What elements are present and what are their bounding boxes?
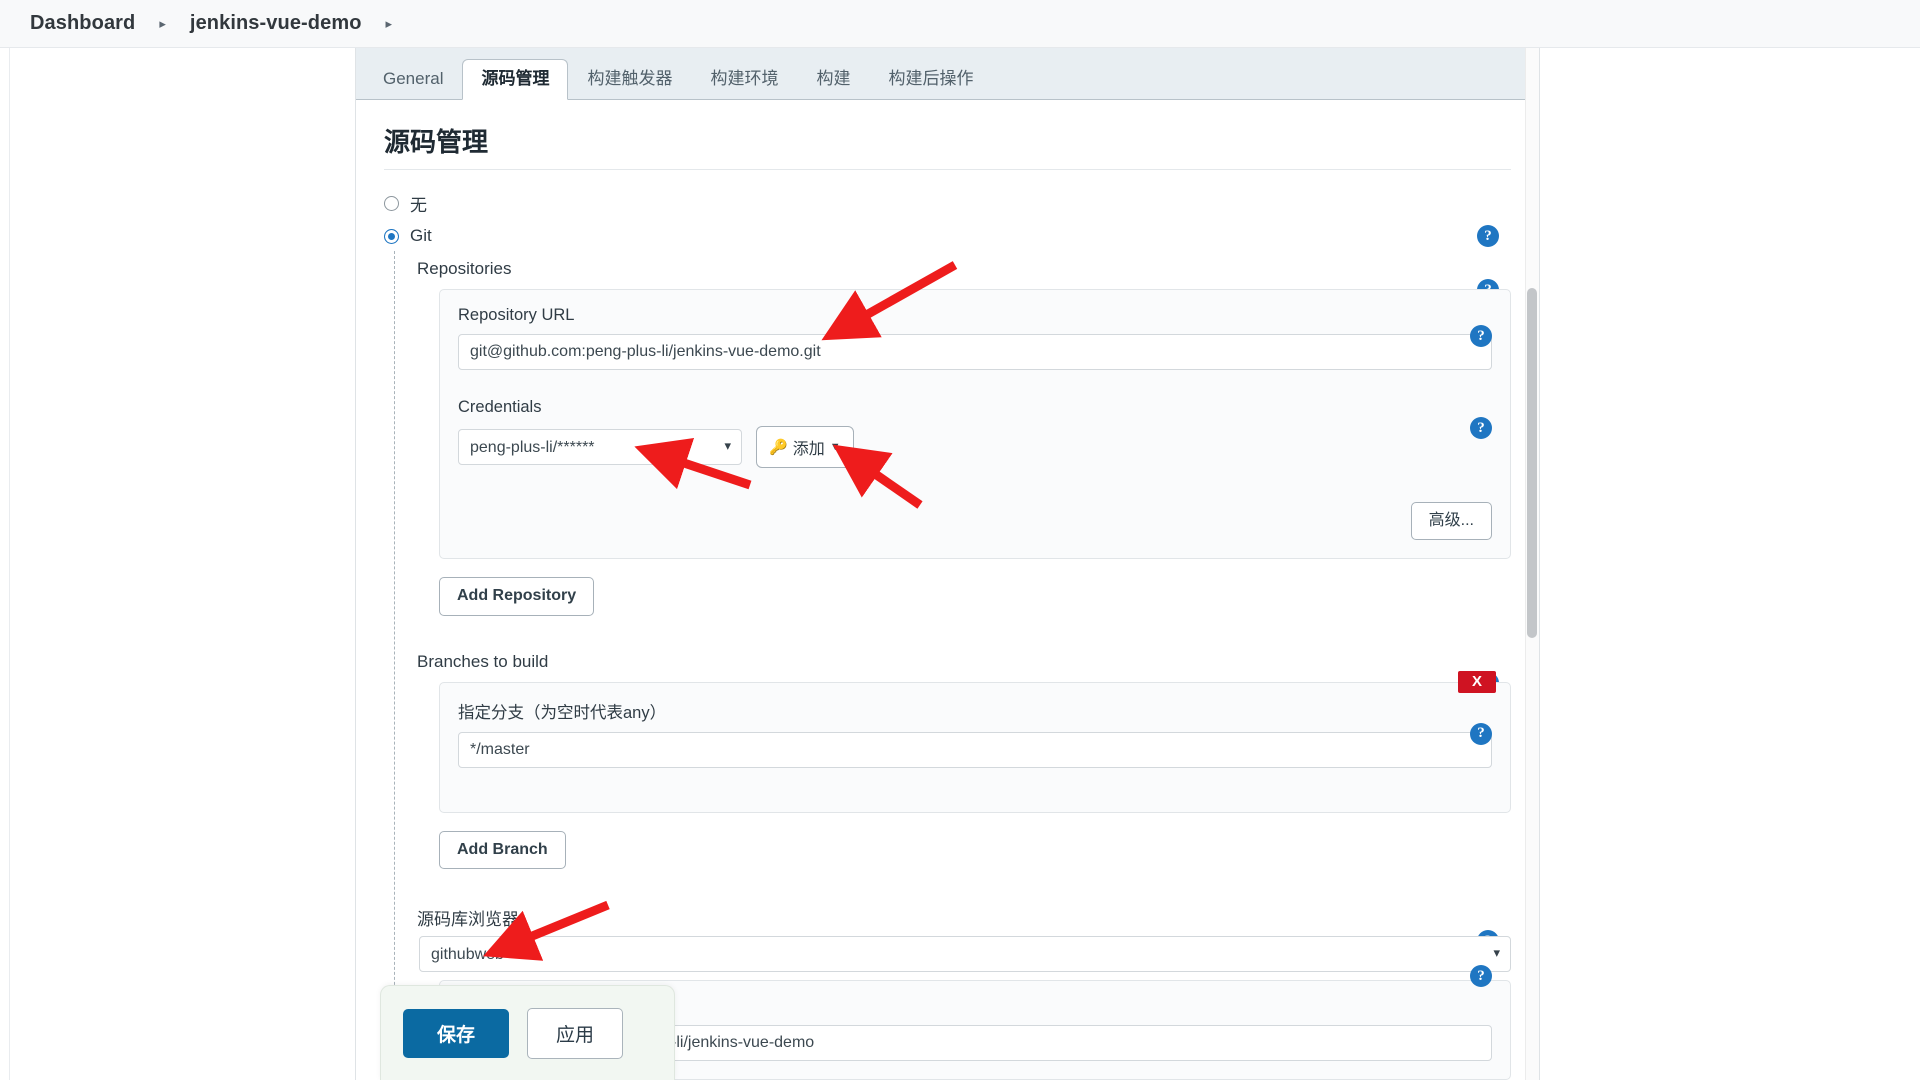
repository-url-label-row: Repository URL ?	[458, 306, 1492, 347]
tab-build-triggers[interactable]: 构建触发器	[568, 59, 691, 100]
repository-url-input[interactable]	[458, 334, 1492, 370]
config-panel: General 源码管理 构建触发器 构建环境 构建 构建后操作 源码管理 无	[355, 48, 1540, 1080]
advanced-button[interactable]: 高级...	[1410, 502, 1492, 541]
scm-section: 源码管理 无 Git ? Repositories ?	[356, 100, 1539, 1080]
breadcrumb-item-job[interactable]: jenkins-vue-demo	[184, 10, 368, 37]
help-icon-branch-spec[interactable]: ?	[1470, 722, 1492, 745]
branch-card: X 指定分支（为空时代表any） ?	[439, 670, 1511, 813]
repository-browser-select[interactable]: githubweb	[419, 936, 1511, 973]
add-credentials-label: 添加	[792, 441, 825, 458]
repositories-label: Repositories	[417, 259, 512, 278]
chevron-down-icon-add-credentials: ▼	[829, 441, 841, 453]
credentials-select-wrap: peng-plus-li/****** ▾	[458, 429, 742, 465]
scrollbar-track[interactable]	[1525, 48, 1539, 1080]
repository-browser-select-wrap: githubweb ▾	[419, 936, 1511, 973]
left-rail	[0, 48, 10, 1080]
page-title: 源码管理	[384, 127, 489, 157]
radio-git-icon[interactable]	[384, 228, 399, 244]
tab-build-environment[interactable]: 构建环境	[691, 59, 797, 100]
scm-option-git-label: Git	[410, 226, 432, 245]
tab-scm[interactable]: 源码管理	[462, 58, 569, 100]
repository-card: Repository URL ? Credentials ?	[439, 289, 1511, 560]
add-credentials-button[interactable]: 🔑 添加 ▼	[756, 426, 854, 468]
repository-browser-label-row: 源码库浏览器 ?	[417, 897, 1511, 953]
git-settings: Repositories ? Repository URL ? Credenti…	[394, 251, 1511, 1080]
credentials-label-row: Credentials ?	[458, 398, 1492, 439]
add-repository-button[interactable]: Add Repository	[439, 577, 595, 616]
delete-branch-button[interactable]: X	[1458, 670, 1496, 693]
config-tabs: General 源码管理 构建触发器 构建环境 构建 构建后操作	[356, 48, 1539, 100]
branch-spec-label: 指定分支（为空时代表any）	[458, 703, 667, 722]
save-bar: 保存 应用	[380, 985, 675, 1080]
apply-button[interactable]: 应用	[527, 1007, 624, 1059]
breadcrumb-item-dashboard[interactable]: Dashboard	[24, 10, 141, 37]
repository-browser-label: 源码库浏览器	[417, 910, 519, 930]
scm-option-none-label: 无	[410, 196, 427, 215]
advanced-row: 高级...	[458, 502, 1492, 541]
page-body: General 源码管理 构建触发器 构建环境 构建 构建后操作 源码管理 无	[0, 48, 1920, 1080]
breadcrumb-separator-icon: ▸	[159, 16, 166, 31]
title-divider	[384, 169, 1511, 170]
branches-label-row: Branches to build ?	[417, 644, 1511, 694]
branch-spec-label-row: 指定分支（为空时代表any） ?	[458, 699, 1492, 745]
help-icon-browser-url[interactable]: ?	[1470, 965, 1492, 988]
credentials-select[interactable]: peng-plus-li/******	[458, 429, 742, 465]
branches-label: Branches to build	[417, 651, 549, 671]
credentials-row: peng-plus-li/****** ▾ 🔑 添加 ▼	[458, 426, 1492, 468]
credentials-label: Credentials	[458, 398, 542, 416]
scrollbar-thumb[interactable]	[1527, 288, 1537, 638]
repositories-label-row: Repositories ?	[417, 251, 1511, 301]
help-icon-repository-url[interactable]: ?	[1470, 325, 1492, 347]
breadcrumb: Dashboard ▸ jenkins-vue-demo ▸	[0, 0, 1920, 48]
branch-spec-input[interactable]	[458, 731, 1492, 768]
tab-build[interactable]: 构建	[797, 59, 869, 100]
help-icon-git[interactable]: ?	[1477, 225, 1499, 247]
scm-option-none[interactable]: 无	[384, 186, 1511, 221]
radio-none-icon[interactable]	[384, 196, 399, 211]
help-icon-credentials[interactable]: ?	[1470, 417, 1492, 439]
key-icon: 🔑	[769, 438, 788, 456]
tab-post-build-actions[interactable]: 构建后操作	[869, 59, 992, 100]
repository-url-label: Repository URL	[458, 306, 575, 324]
save-button[interactable]: 保存	[403, 1008, 510, 1058]
jenkins-config-page: Dashboard ▸ jenkins-vue-demo ▸ General 源…	[0, 0, 1920, 1080]
tab-general[interactable]: General	[364, 59, 462, 100]
breadcrumb-dropdown-icon[interactable]: ▸	[372, 17, 407, 30]
scm-option-git[interactable]: Git ?	[384, 221, 1511, 251]
add-branch-button[interactable]: Add Branch	[439, 830, 566, 870]
